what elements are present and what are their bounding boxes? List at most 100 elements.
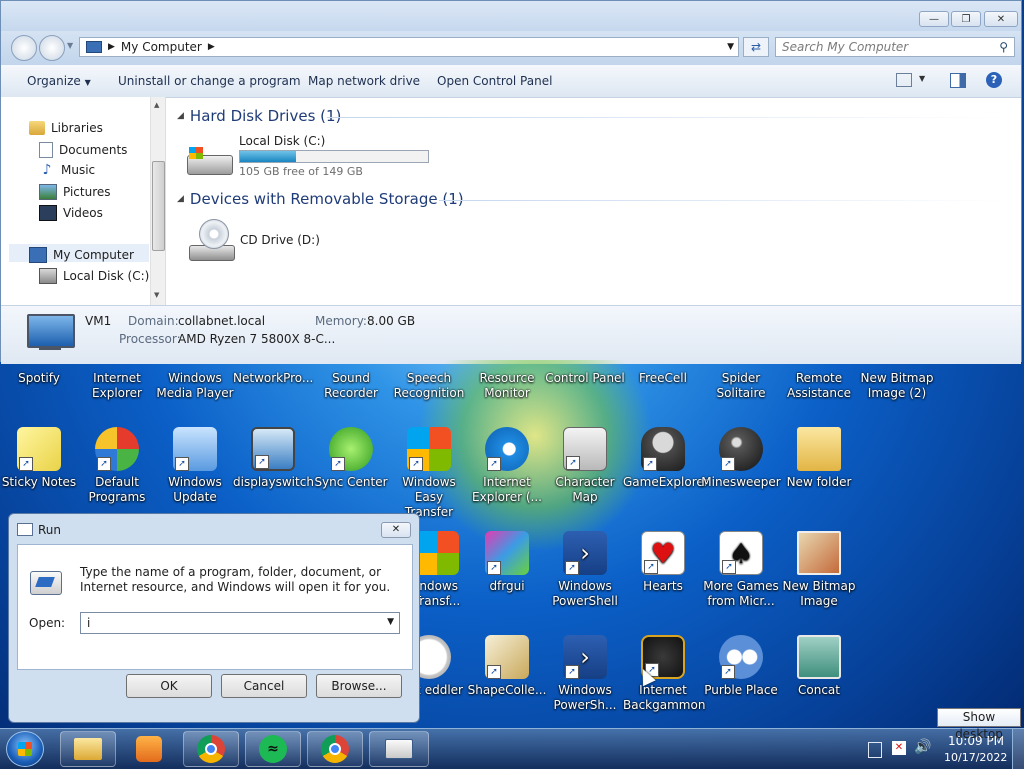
open-combobox[interactable]: i ▼ (80, 612, 400, 634)
local-disk-item[interactable] (185, 143, 233, 177)
desktop-icon-new-folder[interactable]: New folder (779, 427, 859, 490)
desktop-icon-spider-solitaire[interactable]: Spider Solitaire (701, 371, 781, 401)
forward-button[interactable] (39, 35, 65, 61)
address-dropdown-icon[interactable]: ▼ (727, 42, 734, 52)
scrollbar-thumb[interactable] (152, 161, 165, 251)
icon-label: New folder (786, 475, 852, 489)
desktop-icon-minesweeper[interactable]: ➚ Minesweeper (701, 427, 781, 490)
close-icon: ✕ (391, 524, 401, 535)
nav-item-local-disk[interactable]: Local Disk (C:) (39, 268, 149, 284)
action-center-icon[interactable] (868, 742, 882, 758)
desktop-icon-powershell-2[interactable]: › ➚ Windows PowerSh... (545, 635, 625, 713)
nav-item-documents[interactable]: Documents (39, 142, 127, 158)
nav-item-libraries[interactable]: Libraries (29, 121, 103, 135)
desktop-icon-easy-transfer[interactable]: ➚ Windows Easy Transfer (389, 427, 469, 520)
start-button[interactable] (6, 731, 44, 767)
network-icon[interactable]: ✕ (892, 741, 906, 755)
map-network-drive-button[interactable]: Map network drive (308, 74, 420, 88)
organize-button[interactable]: Organize ▼ (27, 74, 91, 88)
taskbar-run-button[interactable] (369, 731, 429, 767)
show-desktop-button[interactable] (1012, 729, 1024, 769)
nav-item-pictures[interactable]: Pictures (39, 184, 111, 200)
desktop-icon-freecell[interactable]: FreeCell (623, 371, 703, 386)
preview-pane-icon[interactable] (950, 73, 966, 88)
taskbar-spotify-button[interactable]: ≈ (245, 731, 301, 767)
run-close-button[interactable]: ✕ (381, 522, 411, 538)
chevron-down-icon: ▼ (84, 78, 91, 87)
desktop-icon-new-bitmap[interactable]: New Bitmap Image (779, 531, 859, 609)
desktop-icon-networkpro[interactable]: NetworkPro... (233, 371, 313, 386)
taskbar-chrome-button-2[interactable] (307, 731, 363, 767)
desktop-icon-default-programs[interactable]: ➚ Default Programs (77, 427, 157, 505)
ok-button[interactable]: OK (126, 674, 212, 698)
uninstall-program-button[interactable]: Uninstall or change a program (118, 74, 301, 88)
scroll-up-icon[interactable]: ▲ (154, 101, 159, 109)
desktop-icon-new-bitmap-2[interactable]: New Bitmap Image (2) (857, 371, 937, 401)
icon-label: Internet Explorer (... (472, 475, 542, 504)
desktop-icon-internet-explorer[interactable]: Internet Explorer (77, 371, 157, 401)
icon-label: GameExplorer (623, 475, 709, 489)
open-input-value[interactable]: i (87, 616, 90, 630)
desktop-icon-gameexplorer[interactable]: ➚ GameExplorer (623, 427, 709, 490)
scroll-down-icon[interactable]: ▼ (154, 291, 159, 299)
minimize-button[interactable]: — (919, 11, 949, 27)
icon-label: Sync Center (314, 475, 388, 489)
cd-drive-name[interactable]: CD Drive (D:) (240, 233, 320, 247)
desktop-icon-more-games[interactable]: ♠ ➚ More Games from Micr... (701, 531, 781, 609)
taskbar-explorer-button[interactable] (60, 731, 116, 767)
desktop-icon-purble-place[interactable]: ➚ Purble Place (701, 635, 781, 698)
nav-item-videos[interactable]: Videos (39, 205, 103, 221)
desktop-icon-dfrgui[interactable]: ➚ dfrgui (467, 531, 547, 594)
open-control-panel-button[interactable]: Open Control Panel (437, 74, 552, 88)
nav-item-my-computer[interactable]: My Computer (29, 247, 134, 263)
clock-date[interactable]: 10/17/2022 (944, 751, 1007, 764)
combobox-dropdown-icon[interactable]: ▼ (387, 617, 394, 627)
help-icon[interactable]: ? (986, 72, 1002, 88)
maximize-button[interactable]: ❐ (951, 11, 981, 27)
desktop-icon-displayswitch[interactable]: ➚ displayswitch (233, 427, 314, 490)
volume-icon[interactable]: 🔊 (914, 739, 931, 755)
close-button[interactable]: ✕ (984, 11, 1018, 27)
taskbar-chrome-button[interactable] (183, 731, 239, 767)
desktop-icon-shapecollector[interactable]: ➚ ShapeColle... (467, 635, 547, 698)
desktop-icon-spotify[interactable]: Spotify (0, 371, 79, 386)
breadcrumb-arrow-icon[interactable]: ▶ (108, 42, 115, 52)
desktop-icon-hearts[interactable]: ♥ ➚ Hearts (623, 531, 703, 594)
group-header-hard-disks[interactable]: ◢ Hard Disk Drives (1) (177, 107, 341, 125)
desktop-icon-powershell[interactable]: › ➚ Windows PowerShell (545, 531, 625, 609)
desktop-icon-remote-assistance[interactable]: Remote Assistance (779, 371, 859, 401)
collapse-icon[interactable]: ◢ (177, 111, 184, 121)
desktop-icon-media-player[interactable]: Windows Media Player (155, 371, 235, 401)
desktop-icon-sound-recorder[interactable]: Sound Recorder (311, 371, 391, 401)
cancel-button[interactable]: Cancel (221, 674, 307, 698)
recent-pages-icon[interactable]: ▼ (67, 41, 73, 50)
explorer-titlebar[interactable]: — ❐ ✕ (1, 1, 1021, 31)
back-button[interactable] (11, 35, 37, 61)
nav-scrollbar[interactable]: ▲ ▼ (150, 97, 165, 305)
taskbar-media-player-button[interactable] (121, 731, 177, 767)
group-header-removable[interactable]: ◢ Devices with Removable Storage (1) (177, 190, 464, 208)
collapse-icon[interactable]: ◢ (177, 194, 184, 204)
desktop-icon-resource-monitor[interactable]: Resource Monitor (467, 371, 547, 401)
view-options-icon[interactable] (896, 73, 912, 87)
desktop-icon-character-map[interactable]: ➚ Character Map (545, 427, 625, 505)
search-icon[interactable]: ⚲ (999, 40, 1008, 54)
desktop-icon-sticky-notes[interactable]: ➚ Sticky Notes (0, 427, 79, 490)
desktop-icon-speech-recognition[interactable]: Speech Recognition (389, 371, 469, 401)
search-input[interactable]: Search My Computer ⚲ (775, 37, 1015, 57)
desktop-icon-concat[interactable]: Concat (779, 635, 859, 698)
cd-drive-item[interactable] (185, 219, 235, 263)
desktop-icon-backgammon[interactable]: ➚ Internet Backgammon (623, 635, 705, 713)
local-disk-name[interactable]: Local Disk (C:) (239, 134, 325, 148)
desktop-icon-windows-update[interactable]: ➚ Windows Update (155, 427, 235, 505)
breadcrumb-arrow-icon[interactable]: ▶ (208, 42, 215, 52)
desktop-icon-control-panel[interactable]: Control Panel (545, 371, 625, 386)
nav-item-music[interactable]: ♪ Music (39, 163, 96, 177)
address-bar[interactable]: ▶ My Computer ▶ ▼ (79, 37, 739, 57)
address-path[interactable]: My Computer (121, 40, 202, 54)
view-dropdown-icon[interactable]: ▼ (919, 74, 925, 83)
browse-button[interactable]: Browse... (316, 674, 402, 698)
desktop-icon-sync-center[interactable]: ➚ Sync Center (311, 427, 391, 490)
refresh-button[interactable]: ⇄ (743, 37, 769, 57)
desktop-icon-internet-explorer-2[interactable]: ➚ Internet Explorer (... (467, 427, 547, 505)
